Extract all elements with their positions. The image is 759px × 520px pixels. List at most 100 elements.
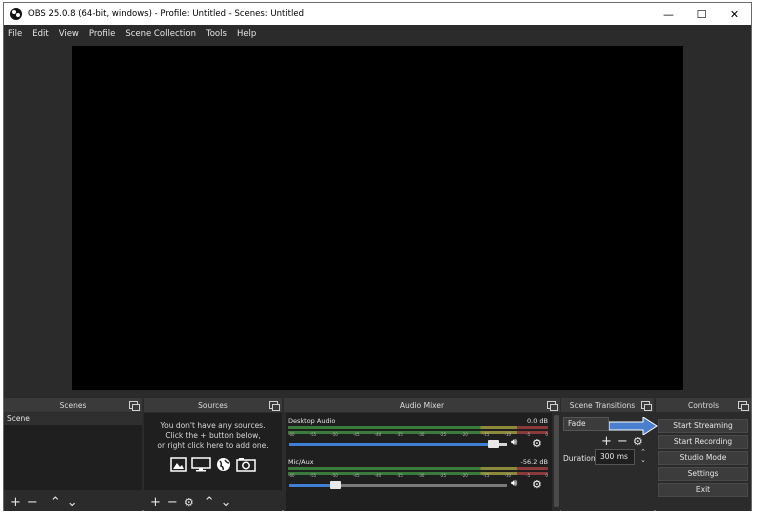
- menu-edit[interactable]: Edit: [32, 29, 48, 39]
- start-recording-button[interactable]: Start Recording: [658, 435, 748, 449]
- scenes-dock-header: Scenes: [4, 398, 142, 412]
- sources-empty-text: You don't have any sources.: [160, 421, 266, 430]
- sources-dock: Sources You don't have any sources. Clic…: [144, 398, 282, 511]
- source-type-icons: [144, 457, 282, 472]
- meter-tick-label: 0: [545, 432, 548, 437]
- remove-transition-minus-icon[interactable]: −: [617, 435, 628, 448]
- gear-icon[interactable]: ⚙: [532, 437, 544, 450]
- window-title: OBS 25.0.8 (64-bit, windows) - Profile: …: [28, 9, 304, 19]
- undock-icon[interactable]: [738, 401, 749, 411]
- controls-dock: Controls Start Streaming Start Recording…: [656, 398, 751, 511]
- meter-tick-label: -15: [482, 473, 490, 478]
- audio-mixer-body: Desktop Audio 0.0 dB -60 -55 -50 -45 -40…: [286, 413, 552, 511]
- add-source-plus-icon[interactable]: +: [150, 496, 161, 509]
- meter-tick-label: -5: [526, 432, 531, 437]
- mixer-scrollbar[interactable]: [554, 415, 559, 507]
- channel-db-readout: -56.2 dB: [520, 458, 548, 466]
- channel-name: Desktop Audio: [288, 417, 336, 425]
- volume-fader-handle[interactable]: [330, 481, 342, 489]
- gear-icon[interactable]: ⚙: [532, 478, 544, 491]
- scenes-toolbar: + − ⌃ ⌄: [4, 493, 142, 511]
- channel-name: Mic/Aux: [288, 458, 314, 466]
- move-down-chevron-icon[interactable]: ⌄: [67, 496, 78, 509]
- sources-list[interactable]: You don't have any sources. Click the + …: [144, 413, 282, 490]
- undock-icon[interactable]: [129, 401, 140, 411]
- move-down-chevron-icon[interactable]: ⌄: [221, 496, 232, 509]
- scenes-dock: Scenes Scene + − ⌃ ⌄: [4, 398, 142, 511]
- speaker-icon[interactable]: 🔊︎: [511, 478, 525, 490]
- meter-tick-label: -55: [309, 432, 317, 437]
- move-up-chevron-icon[interactable]: ⌃: [50, 496, 61, 509]
- title-bar: OBS 25.0.8 (64-bit, windows) - Profile: …: [4, 3, 751, 25]
- menu-file[interactable]: File: [8, 29, 22, 39]
- scene-item[interactable]: Scene: [4, 413, 142, 425]
- meter-tick-label: -40: [374, 432, 382, 437]
- sources-dock-header: Sources: [144, 398, 282, 412]
- meter-tick-label: -20: [461, 473, 468, 478]
- sources-empty-text: or right click here to add one.: [157, 441, 269, 450]
- mixer-channel-desktop-audio: Desktop Audio 0.0 dB -60 -55 -50 -45 -40…: [286, 417, 552, 457]
- remove-scene-minus-icon[interactable]: −: [27, 496, 38, 509]
- settings-button[interactable]: Settings: [658, 467, 748, 481]
- meter-tick-label: -20: [461, 432, 468, 437]
- menu-view[interactable]: View: [59, 29, 79, 39]
- audio-mixer-dock-title: Audio Mixer: [399, 400, 445, 410]
- volume-fader-fill: [289, 484, 331, 487]
- move-up-chevron-icon[interactable]: ⌃: [204, 496, 215, 509]
- meter-tick-label: -45: [352, 473, 360, 478]
- close-button[interactable]: ✕: [718, 3, 751, 25]
- transition-gear-icon[interactable]: ⚙: [633, 435, 643, 448]
- source-properties-gear-icon[interactable]: ⚙: [184, 496, 194, 509]
- menu-bar: File Edit View Profile Scene Collection …: [4, 25, 751, 42]
- controls-dock-body: Start Streaming Start Recording Studio M…: [656, 413, 751, 511]
- menu-scene-collection[interactable]: Scene Collection: [125, 29, 196, 39]
- menu-help[interactable]: Help: [237, 29, 256, 39]
- add-scene-plus-icon[interactable]: +: [10, 496, 21, 509]
- preview-area: [4, 42, 751, 397]
- spin-up-icon[interactable]: ⌃: [639, 448, 647, 456]
- exit-button[interactable]: Exit: [658, 483, 748, 497]
- preview-canvas[interactable]: [72, 46, 683, 390]
- volume-fader-fill: [289, 443, 488, 446]
- sources-dock-title: Sources: [198, 400, 228, 410]
- meter-tick-label: -35: [396, 432, 403, 437]
- add-transition-plus-icon[interactable]: +: [601, 435, 612, 448]
- spin-down-icon[interactable]: ⌄: [639, 456, 647, 464]
- monitor-icon: [191, 457, 211, 472]
- mixer-channel-mic-aux: Mic/Aux -56.2 dB -60 -55 -50 -45 -40 -35…: [286, 458, 552, 498]
- scene-transitions-dock-header: Scene Transitions: [561, 398, 654, 412]
- meter-tick-label: 0: [545, 473, 548, 478]
- speaker-icon[interactable]: 🔊︎: [511, 437, 525, 449]
- meter-tick-label: -35: [396, 473, 403, 478]
- undock-icon[interactable]: [641, 401, 652, 411]
- meter-tick-label: -30: [417, 473, 425, 478]
- scene-transitions-dock: Scene Transitions Fade + − ⚙ Duration 30…: [561, 398, 654, 511]
- menu-tools[interactable]: Tools: [206, 29, 227, 39]
- meter-tick-label: -60: [288, 473, 295, 478]
- meter-tick-label: -5: [526, 473, 531, 478]
- obs-logo-icon: [10, 8, 22, 20]
- scenes-list[interactable]: Scene: [4, 413, 142, 490]
- meter-tick-label: -40: [374, 473, 382, 478]
- audio-mixer-dock-header: Audio Mixer: [284, 398, 560, 412]
- duration-label: Duration: [563, 454, 596, 463]
- annotation-arrow: [609, 417, 658, 435]
- camera-icon: [236, 458, 256, 472]
- remove-source-minus-icon[interactable]: −: [167, 496, 178, 509]
- duration-spinner[interactable]: ⌃ ⌄: [639, 448, 647, 466]
- start-streaming-button[interactable]: Start Streaming: [658, 419, 748, 433]
- meter-ticks: -60 -55 -50 -45 -40 -35 -30 -25 -20 -15 …: [288, 466, 548, 478]
- scene-transitions-dock-title: Scene Transitions: [569, 400, 636, 410]
- meter-tick-label: -25: [439, 473, 447, 478]
- volume-fader-handle[interactable]: [487, 440, 499, 448]
- meter-tick-label: -50: [331, 432, 338, 437]
- audio-mixer-dock-body: Desktop Audio 0.0 dB -60 -55 -50 -45 -40…: [284, 413, 560, 511]
- menu-profile[interactable]: Profile: [89, 29, 115, 39]
- transition-select[interactable]: Fade: [563, 417, 609, 431]
- studio-mode-button[interactable]: Studio Mode: [658, 451, 748, 465]
- undock-icon[interactable]: [269, 401, 280, 411]
- undock-icon[interactable]: [547, 401, 558, 411]
- maximize-button[interactable]: ☐: [685, 3, 718, 25]
- duration-input[interactable]: 300 ms: [595, 449, 635, 465]
- minimize-button[interactable]: —: [652, 3, 685, 25]
